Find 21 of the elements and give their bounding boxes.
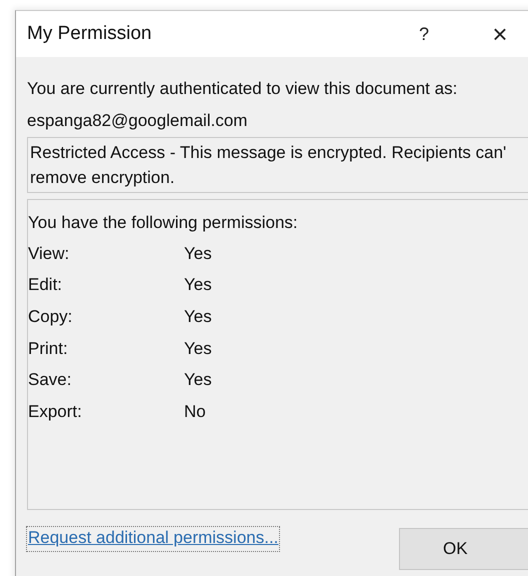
permission-label: View: (28, 244, 70, 264)
window-title: My Permission (27, 23, 153, 45)
help-button[interactable]: ? (409, 24, 439, 44)
request-permissions-link[interactable]: Request additional permissions... (27, 527, 280, 551)
permission-label: Save: (28, 370, 72, 390)
permissions-heading: You have the following permissions: (28, 212, 299, 234)
permission-label: Print: (28, 338, 69, 359)
notice-text: Restricted Access - This message is encrypted. Recipients can' remove encryption. (30, 142, 508, 189)
permission-value: No (184, 402, 206, 422)
intro-text: You are currently authenticated to view this document as: (27, 78, 458, 100)
close-button[interactable]: × (485, 18, 515, 50)
permission-value: Yes (184, 370, 212, 390)
permission-value: Yes (184, 244, 212, 264)
permission-value: Yes (184, 306, 212, 327)
permission-label: Copy: (28, 306, 74, 327)
account-email: espanga82@googlemail.com (27, 110, 248, 132)
permission-label: Export: (28, 402, 83, 422)
ok-button[interactable]: OK (399, 528, 528, 570)
permission-value: Yes (184, 338, 212, 359)
permission-value: Yes (184, 275, 212, 296)
permission-label: Edit: (28, 275, 64, 296)
